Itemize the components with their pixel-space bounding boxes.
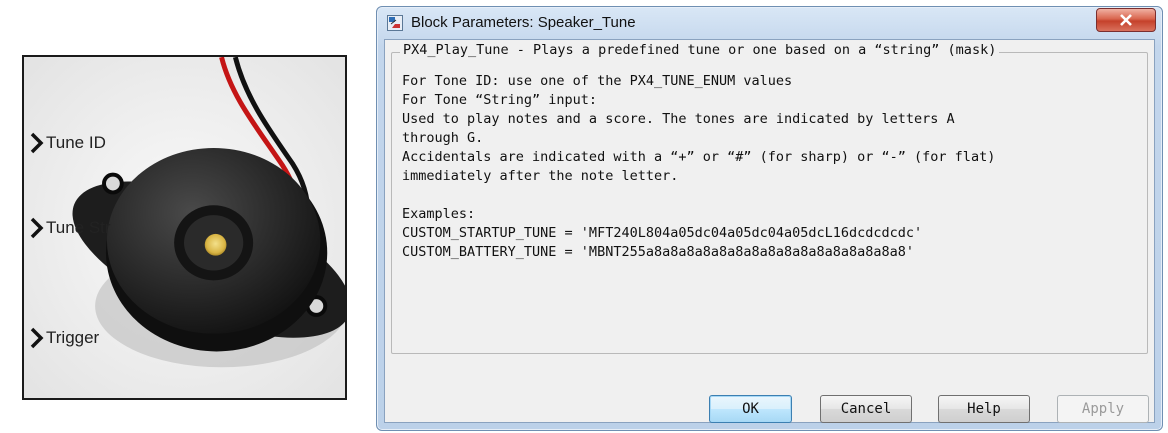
mask-group-title: PX4_Play_Tune - Plays a predefined tune … <box>400 42 1000 58</box>
port-tune-id[interactable]: Tune ID <box>30 132 106 154</box>
input-port-arrow-icon <box>30 217 44 239</box>
dialog-title: Block Parameters: Speaker_Tune <box>411 14 636 31</box>
port-tune-str[interactable]: Tune Str <box>30 217 111 239</box>
mask-description-text: For Tone ID: use one of the PX4_TUNE_ENU… <box>402 72 995 262</box>
block-parameters-dialog: Block Parameters: Speaker_Tune PX4_Play_… <box>376 6 1163 431</box>
description-line: For Tone “String” input: <box>402 92 598 108</box>
description-line: CUSTOM_STARTUP_TUNE = 'MFT240L804a05dc04… <box>402 225 923 241</box>
help-button[interactable]: Help <box>938 395 1030 423</box>
simulink-block[interactable]: Tune ID Tune Str Trigger <box>22 55 347 400</box>
description-line: Examples: <box>402 206 476 222</box>
description-line: CUSTOM_BATTERY_TUNE = 'MBNT255a8a8a8a8a8… <box>402 244 915 260</box>
description-line: immediately after the note letter. <box>402 168 679 184</box>
description-line: Used to play notes and a score. The tone… <box>402 111 955 127</box>
port-label: Trigger <box>46 328 100 347</box>
apply-button: Apply <box>1057 395 1149 423</box>
input-port-arrow-icon <box>30 327 44 349</box>
description-line: through G. <box>402 130 484 146</box>
port-label: Tune ID <box>46 133 106 152</box>
description-line: For Tone ID: use one of the PX4_TUNE_ENU… <box>402 73 793 89</box>
ok-button[interactable]: OK <box>709 395 792 423</box>
input-port-arrow-icon <box>30 132 44 154</box>
description-line <box>402 186 995 205</box>
description-line: Accidentals are indicated with a “+” or … <box>402 149 996 165</box>
close-button[interactable] <box>1096 8 1156 32</box>
cancel-button[interactable]: Cancel <box>820 395 912 423</box>
mask-description-group: PX4_Play_Tune - Plays a predefined tune … <box>391 42 1148 354</box>
dialog-body: PX4_Play_Tune - Plays a predefined tune … <box>384 39 1155 423</box>
port-trigger[interactable]: Trigger <box>30 327 99 349</box>
port-label: Tune Str <box>46 218 111 237</box>
simulink-app-icon <box>387 15 403 31</box>
title-bar[interactable]: Block Parameters: Speaker_Tune <box>377 7 1162 39</box>
close-icon <box>1120 14 1132 26</box>
